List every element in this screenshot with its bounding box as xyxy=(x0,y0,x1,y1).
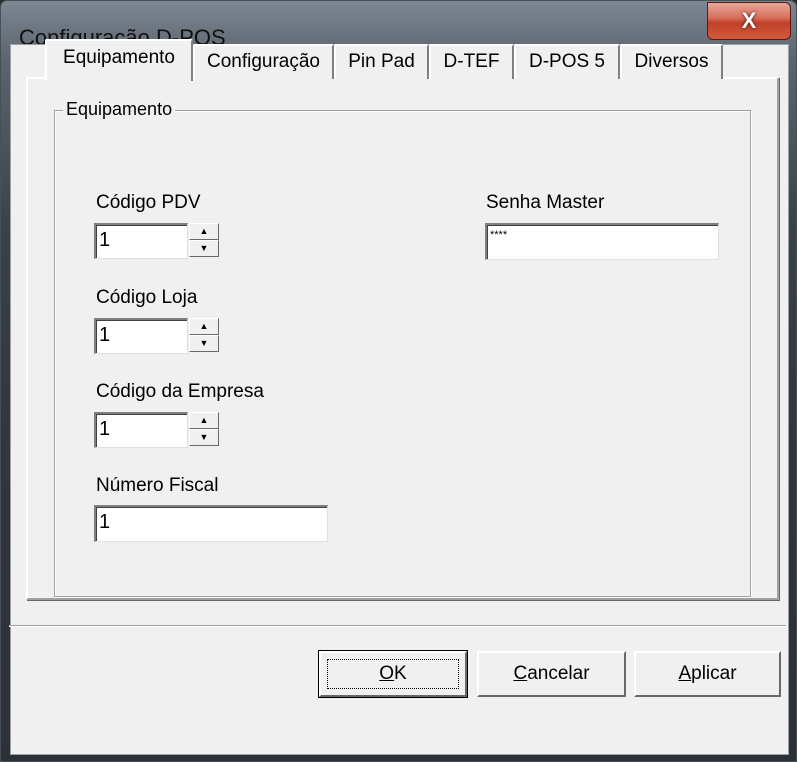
chevron-up-icon: ▲ xyxy=(199,415,209,425)
numero-fiscal-label: Número Fiscal xyxy=(96,475,219,496)
codigo-loja-label: Código Loja xyxy=(96,287,198,308)
numero-fiscal-input[interactable]: 1 xyxy=(94,505,328,542)
button-separator xyxy=(9,625,786,627)
tab-d-pos-5[interactable]: D-POS 5 xyxy=(514,44,620,79)
spin-down-button[interactable]: ▼ xyxy=(189,335,219,352)
chevron-up-icon: ▲ xyxy=(199,226,209,236)
chevron-down-icon: ▼ xyxy=(199,432,209,442)
tab-label: Equipamento xyxy=(63,47,175,68)
senha-master-label: Senha Master xyxy=(486,192,605,213)
apply-mnemonic: A xyxy=(678,663,692,684)
codigo-pdv-spinner: ▲ ▼ xyxy=(189,223,221,257)
codigo-loja-input[interactable]: 1 xyxy=(94,318,188,354)
focus-rectangle xyxy=(327,659,459,689)
cancel-mnemonic: C xyxy=(513,663,528,684)
chevron-down-icon: ▼ xyxy=(199,338,209,348)
tab-pin-pad[interactable]: Pin Pad xyxy=(334,44,429,79)
close-icon: X xyxy=(741,8,757,33)
tab-label: Diversos xyxy=(634,51,709,72)
senha-master-input[interactable]: **** xyxy=(485,223,719,260)
groupbox-title: Equipamento xyxy=(63,99,176,120)
chevron-up-icon: ▲ xyxy=(199,321,209,331)
ok-button[interactable]: OK xyxy=(318,650,468,698)
tab-diversos[interactable]: Diversos xyxy=(620,44,723,79)
spin-up-button[interactable]: ▲ xyxy=(189,412,219,429)
tab-configuracao[interactable]: Configuração xyxy=(193,44,334,79)
spin-up-button[interactable]: ▲ xyxy=(189,223,219,240)
chevron-down-icon: ▼ xyxy=(199,243,209,253)
spin-up-button[interactable]: ▲ xyxy=(189,318,219,335)
apply-button[interactable]: Aplicar xyxy=(634,651,781,697)
tab-d-tef[interactable]: D-TEF xyxy=(429,44,514,79)
spin-down-button[interactable]: ▼ xyxy=(189,240,219,257)
cancel-label-rest: ancelar xyxy=(527,663,590,684)
close-button[interactable]: X xyxy=(707,2,791,40)
tab-label: D-POS 5 xyxy=(528,51,606,72)
codigo-pdv-input[interactable]: 1 xyxy=(94,223,188,259)
codigo-pdv-label: Código PDV xyxy=(96,192,201,213)
tab-label: Configuração xyxy=(206,51,321,72)
apply-label-rest: plicar xyxy=(691,663,737,684)
tab-equipamento[interactable]: Equipamento xyxy=(45,39,193,81)
codigo-empresa-spinner: ▲ ▼ xyxy=(189,412,221,446)
tab-label: D-TEF xyxy=(443,51,500,72)
spin-down-button[interactable]: ▼ xyxy=(189,429,219,446)
cancel-button[interactable]: Cancelar xyxy=(477,651,626,697)
codigo-empresa-input[interactable]: 1 xyxy=(94,412,188,448)
codigo-empresa-label: Código da Empresa xyxy=(96,381,264,402)
codigo-loja-spinner: ▲ ▼ xyxy=(189,318,221,352)
tab-label: Pin Pad xyxy=(348,51,415,72)
